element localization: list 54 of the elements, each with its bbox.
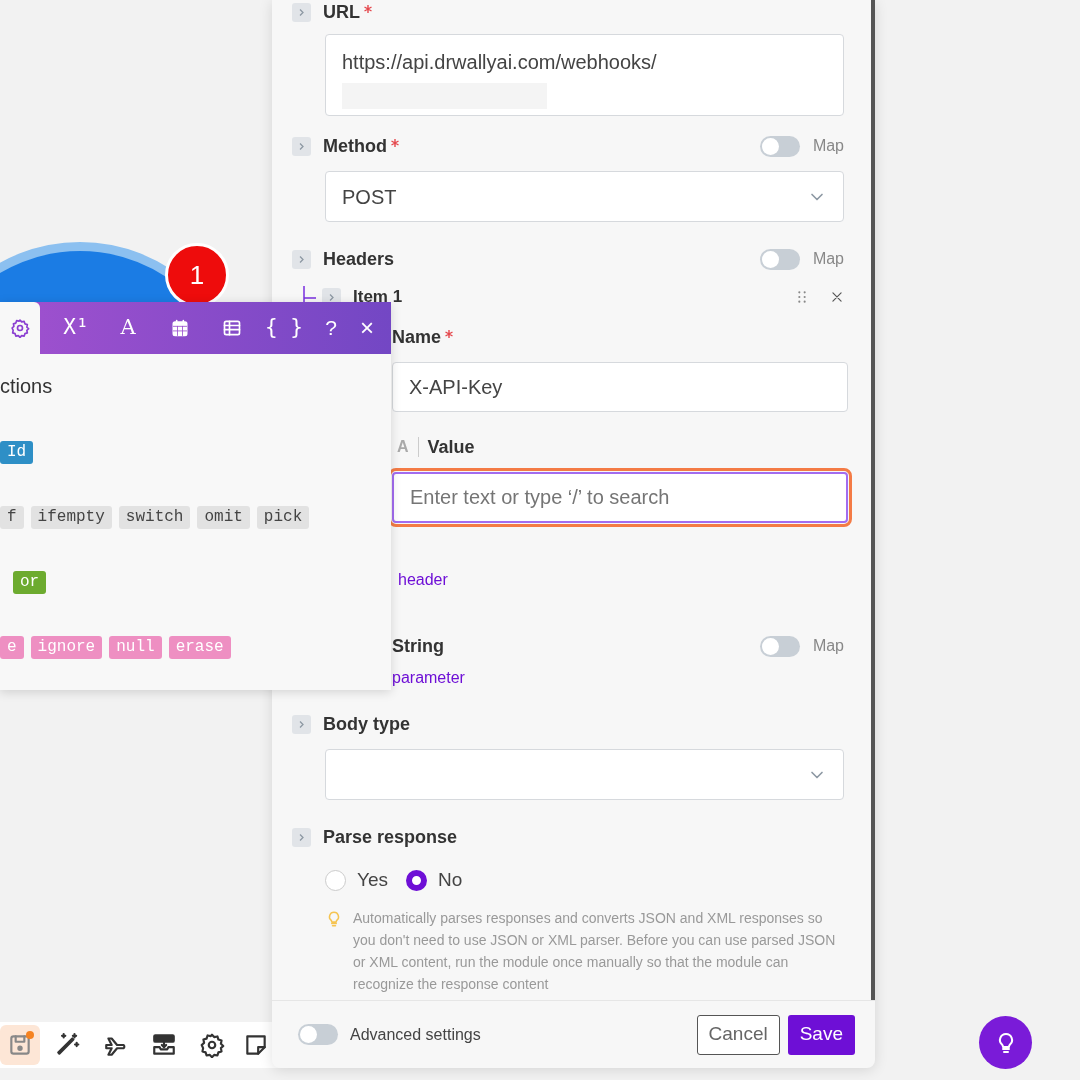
map-label: Map bbox=[812, 249, 844, 269]
section-title: ctions bbox=[0, 374, 53, 398]
expand-toggle[interactable] bbox=[292, 827, 311, 847]
function-tag[interactable]: Id bbox=[0, 441, 34, 464]
url-field[interactable]: https://api.drwallyai.com/webhooks/ bbox=[325, 34, 844, 116]
gear-icon bbox=[10, 318, 30, 338]
function-tag[interactable]: f bbox=[0, 506, 24, 529]
expand-toggle[interactable] bbox=[292, 2, 311, 22]
toggle-switch[interactable] bbox=[759, 248, 800, 270]
expand-toggle[interactable] bbox=[292, 249, 311, 269]
advanced-settings-label: Advanced settings bbox=[350, 1024, 481, 1045]
text-field[interactable]: X-API-Key bbox=[392, 362, 848, 412]
popup-tab[interactable] bbox=[0, 302, 40, 354]
function-tag[interactable]: omit bbox=[197, 506, 250, 529]
add-link[interactable]: parameter bbox=[392, 669, 465, 686]
field-label: String bbox=[392, 634, 444, 658]
gear-icon bbox=[199, 1032, 225, 1058]
note-icon bbox=[243, 1032, 269, 1058]
function-tag[interactable]: pick bbox=[256, 506, 310, 529]
radio-option[interactable]: No bbox=[406, 866, 463, 895]
function-tag[interactable]: switch bbox=[118, 506, 191, 529]
help-button[interactable]: ? bbox=[313, 302, 349, 354]
popup-tab[interactable]: { } bbox=[258, 302, 310, 354]
toggle-switch[interactable] bbox=[298, 1024, 338, 1045]
field-label: Headers bbox=[323, 247, 395, 271]
help-button[interactable] bbox=[979, 1016, 1032, 1069]
field-label: URL bbox=[323, 0, 360, 24]
expand-toggle[interactable] bbox=[292, 136, 311, 156]
toggle-switch[interactable] bbox=[759, 135, 800, 157]
cancel-button[interactable]: Cancel bbox=[696, 1014, 780, 1055]
url-text: https://api.drwallyai.com/webhooks/ bbox=[342, 50, 657, 75]
field-label: Method bbox=[323, 134, 387, 158]
function-tag[interactable]: ifempty bbox=[30, 506, 112, 529]
table-icon bbox=[222, 318, 242, 338]
expand-toggle[interactable] bbox=[292, 714, 311, 734]
save-button[interactable]: Save bbox=[787, 1014, 855, 1055]
popup-tab[interactable]: X¹ bbox=[50, 302, 102, 354]
tray-icon bbox=[151, 1032, 177, 1058]
popup-tab[interactable]: A bbox=[102, 302, 154, 354]
map-label: Map bbox=[812, 636, 844, 656]
magic-wand-icon bbox=[55, 1032, 81, 1058]
close-icon[interactable] bbox=[830, 290, 844, 304]
field-label: Name bbox=[392, 325, 442, 349]
map-label: Map bbox=[812, 136, 844, 156]
field-label: Parse response bbox=[323, 825, 458, 849]
toggle-switch[interactable] bbox=[759, 635, 800, 657]
field-label: Body type bbox=[323, 712, 410, 736]
hint-text: Automatically parses responses and converts JSON and XML responses so you don't need to use JSON or XML parser. Before you can use parsed JSON or XML content, run the module once manually so that the module can recognize the response content bbox=[353, 908, 837, 994]
calendar-icon bbox=[170, 318, 190, 338]
select-value: POST bbox=[342, 184, 397, 210]
add-link[interactable]: header bbox=[398, 571, 448, 588]
radio-option[interactable]: Yes bbox=[325, 866, 388, 895]
dropdown-select[interactable]: POST bbox=[325, 171, 844, 222]
field-label: Value bbox=[427, 435, 475, 459]
